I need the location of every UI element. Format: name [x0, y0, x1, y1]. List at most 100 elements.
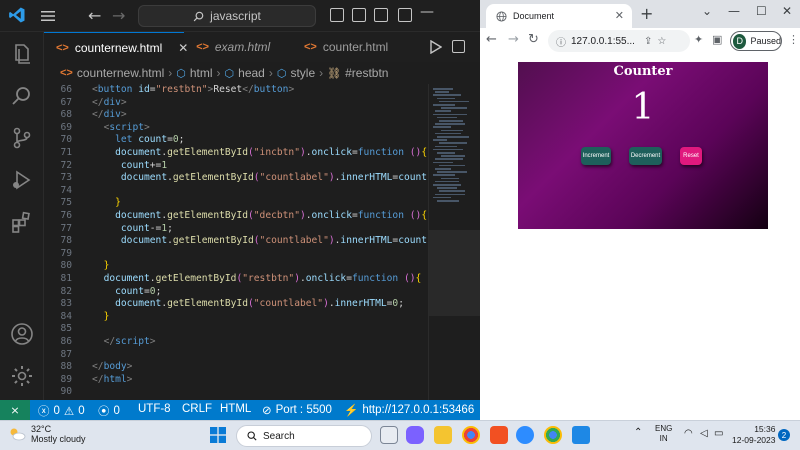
wifi-icon[interactable]: ◠ [684, 428, 693, 439]
hamburger-menu-icon[interactable] [40, 8, 56, 24]
code-line[interactable]: 70 let count=0; [44, 134, 428, 147]
minimize-icon[interactable]: — [420, 4, 434, 20]
taskbar-search[interactable]: Search [236, 425, 372, 447]
code-line[interactable]: 73 document.getElementById("countlabel")… [44, 172, 428, 185]
accounts-icon[interactable] [10, 322, 34, 346]
extensions-icon[interactable] [10, 210, 34, 234]
tab-search-chevron-icon[interactable]: ⌄ [702, 4, 712, 18]
code-editor[interactable]: 66 <button id="restbtn">Reset</button> 67 <… [44, 84, 428, 400]
code-line[interactable]: 69 <script> [44, 122, 428, 135]
run-icon[interactable] [430, 40, 442, 54]
code-line[interactable]: 76 document.getElementById("decbtn").onc… [44, 210, 428, 223]
code-line[interactable]: 79 [44, 248, 428, 261]
chrome-app-icon[interactable] [462, 426, 480, 444]
extensions-puzzle-icon[interactable]: ✦ [694, 33, 703, 46]
code-line[interactable]: 81 document.getElementById("restbtn").on… [44, 273, 428, 286]
show-hidden-icons-chevron-icon[interactable]: ⌃ [634, 427, 642, 438]
breadcrumb-item[interactable]: html [190, 66, 213, 80]
code-line[interactable]: 72 count+=1 [44, 160, 428, 173]
split-editor-icon[interactable] [452, 40, 465, 53]
battery-icon[interactable]: ▭ [714, 428, 723, 439]
code-line[interactable]: 84 } [44, 311, 428, 324]
maximize-icon[interactable]: ☐ [756, 4, 767, 18]
run-debug-icon[interactable] [10, 168, 34, 192]
live-server-url[interactable]: ⚡ http://127.0.0.1:53466 [344, 403, 474, 417]
code-line[interactable]: 80 } [44, 260, 428, 273]
vscode-app-icon[interactable] [572, 426, 590, 444]
browser-tab[interactable]: Document ✕ [486, 4, 632, 28]
back-arrow-icon[interactable]: ← [88, 6, 101, 25]
task-view-icon[interactable] [380, 426, 398, 444]
toggle-panel-icon[interactable] [352, 8, 366, 22]
notification-badge[interactable]: 2 [778, 429, 790, 441]
toggle-secondary-sidebar-icon[interactable] [374, 8, 388, 22]
search-icon[interactable] [10, 84, 34, 108]
back-arrow-icon[interactable]: ← [486, 32, 497, 47]
windows-start-icon[interactable] [210, 427, 226, 443]
forward-arrow-icon[interactable]: → [508, 32, 519, 47]
reset-button[interactable]: Reset [680, 147, 702, 165]
code-line[interactable]: 89 </html> [44, 374, 428, 387]
ports-indicator[interactable]: ⦿ 0 [98, 403, 120, 419]
language-indicator[interactable]: HTML [220, 403, 251, 415]
code-line[interactable]: 74 [44, 185, 428, 198]
input-language[interactable]: ENG IN [655, 424, 672, 444]
command-center-search[interactable]: javascript [138, 5, 316, 27]
increment-button[interactable]: Increment [581, 147, 611, 165]
code-line[interactable]: 87 [44, 349, 428, 362]
breadcrumb-item[interactable]: style [290, 66, 315, 80]
minimap-slider[interactable] [429, 230, 481, 316]
close-window-icon[interactable]: ✕ [782, 4, 792, 18]
clock[interactable]: 15:36 12-09-2023 [732, 424, 775, 446]
code-line[interactable]: 68 </div> [44, 109, 428, 122]
source-control-icon[interactable] [10, 126, 34, 150]
customize-layout-icon[interactable] [398, 8, 412, 22]
code-line[interactable]: 67 </div> [44, 97, 428, 110]
code-line[interactable]: 66 <button id="restbtn">Reset</button> [44, 84, 428, 97]
speaker-icon[interactable]: ◁ [700, 428, 708, 439]
minimap[interactable] [428, 84, 481, 400]
code-line[interactable]: 82 count=0; [44, 286, 428, 299]
toggle-primary-sidebar-icon[interactable] [330, 8, 344, 22]
address-bar[interactable]: ⓘ 127.0.0.1:55... ⇪ ☆ [548, 30, 690, 52]
forward-arrow-icon[interactable]: → [112, 6, 125, 25]
chrome-profile-app-icon[interactable] [544, 426, 562, 444]
decrement-button[interactable]: Decrement [629, 147, 662, 165]
code-line[interactable]: 78 document.getElementById("countlabel")… [44, 235, 428, 248]
code-line[interactable]: 75 } [44, 197, 428, 210]
bookmark-star-icon[interactable]: ☆ [657, 36, 666, 47]
settings-gear-icon[interactable] [10, 364, 34, 388]
remote-indicator-icon[interactable]: ⨯ [0, 400, 30, 420]
explorer-icon[interactable] [10, 42, 34, 66]
eol-indicator[interactable]: CRLF [182, 403, 212, 415]
code-line[interactable]: 77 count-=1; [44, 223, 428, 236]
encoding-indicator[interactable]: UTF-8 [138, 403, 171, 415]
minimize-icon[interactable]: — [728, 4, 740, 18]
code-line[interactable]: 85 [44, 323, 428, 336]
more-menu-icon[interactable]: ⋮ [788, 33, 799, 46]
teams-chat-icon[interactable] [406, 426, 424, 444]
live-server-port[interactable]: ⊘ Port : 5500 [262, 403, 332, 417]
problems-indicator[interactable]: ⓧ 0 ⚠ 0 [38, 403, 85, 419]
close-tab-icon[interactable]: ✕ [615, 9, 624, 22]
breadcrumb-item[interactable]: #restbtn [345, 66, 388, 80]
breadcrumb-item[interactable]: head [238, 66, 265, 80]
code-line[interactable]: 90 [44, 386, 428, 399]
new-tab-icon[interactable]: + [640, 4, 653, 23]
weather-widget[interactable]: 32°C Mostly cloudy [8, 424, 86, 444]
code-line[interactable]: 71 document.getElementById("incbtn").onc… [44, 147, 428, 160]
office-app-icon[interactable] [490, 426, 508, 444]
profile-button[interactable]: D Paused [730, 31, 782, 51]
site-info-icon[interactable]: ⓘ [556, 34, 566, 49]
tab-counter[interactable]: <> counter.html [292, 32, 412, 62]
tab-counternew[interactable]: <> counternew.html ✕ [44, 32, 188, 62]
reload-icon[interactable]: ↻ [528, 32, 539, 47]
code-line[interactable]: 86 </script> [44, 336, 428, 349]
share-icon[interactable]: ⇪ [644, 36, 652, 47]
side-panel-icon[interactable]: ▣ [712, 33, 722, 46]
file-explorer-icon[interactable] [434, 426, 452, 444]
zoom-app-icon[interactable] [516, 426, 534, 444]
breadcrumb-item[interactable]: counternew.html [77, 66, 164, 80]
code-line[interactable]: 83 document.getElementById("countlabel")… [44, 298, 428, 311]
tab-exam[interactable]: <> exam.html [184, 32, 292, 62]
